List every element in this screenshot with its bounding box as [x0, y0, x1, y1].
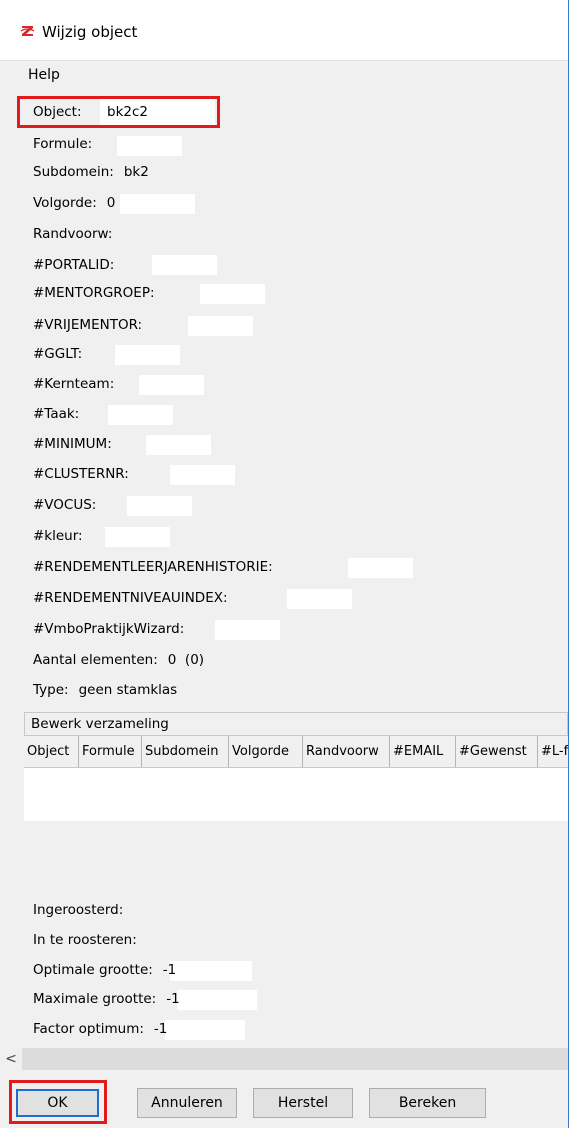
annuleren-button[interactable]: Annuleren [137, 1088, 237, 1118]
volgorde-label: Volgorde: [33, 195, 97, 211]
scroll-left-arrow-icon[interactable]: < [0, 1048, 22, 1070]
collection-column-headers: Object Formule Subdomein Volgorde Randvo… [24, 736, 568, 768]
menu-bar: Help [0, 60, 568, 92]
portalid-input[interactable] [152, 255, 217, 275]
rendementniveauindex-input[interactable] [287, 589, 352, 609]
factor-optimum-input[interactable] [165, 1020, 245, 1040]
rendementleerjarenhistorie-label: #RENDEMENTLEERJARENHISTORIE: [33, 559, 273, 575]
optimale-grootte-label: Optimale grootte: [33, 962, 153, 978]
column-header-formule[interactable]: Formule [79, 736, 142, 767]
formule-label: Formule: [33, 136, 93, 152]
optimale-grootte-value: -1 [162, 962, 177, 978]
ingeroosterd-label: Ingeroosterd: [33, 902, 124, 918]
type-value: geen stamklas [78, 682, 178, 698]
object-highlight [17, 96, 220, 128]
kleur-input[interactable] [105, 527, 170, 547]
factor-optimum-value: -1 [153, 1021, 168, 1037]
title-bar: Wijzig object [0, 0, 568, 60]
column-header-email[interactable]: #EMAIL [390, 736, 456, 767]
gglt-input[interactable] [115, 345, 180, 365]
taak-input[interactable] [108, 405, 173, 425]
kernteam-label: #Kernteam: [33, 376, 115, 392]
volgorde-input[interactable] [120, 194, 195, 214]
vocus-label: #VOCUS: [33, 497, 97, 513]
gglt-label: #GGLT: [33, 346, 83, 362]
maximale-grootte-row: Maximale grootte: -1 [33, 989, 180, 1009]
kernteam-input[interactable] [139, 375, 204, 395]
vrijementor-input[interactable] [188, 316, 253, 336]
column-header-l-f[interactable]: #L-f [538, 736, 568, 767]
formule-input[interactable] [117, 136, 182, 156]
kleur-label: #kleur: [33, 528, 83, 544]
volgorde-row: Volgorde: 0 [33, 193, 115, 213]
aantal-elementen-label: Aantal elementen: [33, 652, 158, 668]
clusternr-input[interactable] [170, 465, 235, 485]
subdomein-label: Subdomein: [33, 164, 114, 180]
horizontal-scrollbar[interactable]: < [0, 1048, 568, 1070]
factor-optimum-row: Factor optimum: -1 [33, 1019, 167, 1039]
aantal-elementen-value: 0 (0) [167, 652, 205, 668]
window-border [568, 0, 569, 1128]
menu-item-help[interactable]: Help [28, 67, 60, 83]
column-header-gewenst[interactable]: #Gewenst [456, 736, 538, 767]
type-row: Type: geen stamklas [33, 680, 177, 700]
column-header-object[interactable]: Object [24, 736, 79, 767]
ok-button[interactable]: OK [16, 1089, 99, 1117]
randvoorw-label: Randvoorw: [33, 226, 113, 242]
rendementleerjarenhistorie-input[interactable] [348, 558, 413, 578]
aantal-elementen-row: Aantal elementen: 0 (0) [33, 650, 204, 670]
rendementniveauindex-label: #RENDEMENTNIVEAUINDEX: [33, 590, 228, 606]
maximale-grootte-value: -1 [166, 991, 180, 1007]
in-te-roosteren-label: In te roosteren: [33, 932, 137, 948]
vmbopraktijkwizard-input[interactable] [215, 620, 280, 640]
mentorgroep-input[interactable] [200, 284, 265, 304]
portalid-label: #PORTALID: [33, 257, 115, 273]
vrijementor-label: #VRIJEMENTOR: [33, 317, 143, 333]
clusternr-label: #CLUSTERNR: [33, 466, 129, 482]
vocus-input[interactable] [127, 496, 192, 516]
optimale-grootte-row: Optimale grootte: -1 [33, 960, 176, 980]
subdomein-row: Subdomein: bk2 [33, 162, 149, 182]
herstel-button[interactable]: Herstel [253, 1088, 353, 1118]
window-title: Wijzig object [42, 23, 138, 41]
optimale-grootte-input[interactable] [170, 961, 252, 981]
minimum-input[interactable] [146, 435, 211, 455]
collection-header: Bewerk verzameling [24, 712, 568, 736]
bereken-button[interactable]: Bereken [369, 1088, 486, 1118]
factor-optimum-label: Factor optimum: [33, 1021, 144, 1037]
app-logo-icon [20, 24, 35, 38]
vmbopraktijkwizard-label: #VmboPraktijkWizard: [33, 621, 185, 637]
subdomein-value: bk2 [123, 164, 149, 180]
column-header-volgorde[interactable]: Volgorde [229, 736, 303, 767]
column-header-subdomein[interactable]: Subdomein [142, 736, 229, 767]
maximale-grootte-label: Maximale grootte: [33, 991, 157, 1007]
type-label: Type: [33, 682, 69, 698]
taak-label: #Taak: [33, 406, 80, 422]
volgorde-value: 0 [106, 195, 116, 211]
maximale-grootte-input[interactable] [177, 990, 257, 1010]
minimum-label: #MINIMUM: [33, 436, 112, 452]
mentorgroep-label: #MENTORGROEP: [33, 285, 155, 301]
column-header-randvoorw[interactable]: Randvoorw [303, 736, 390, 767]
